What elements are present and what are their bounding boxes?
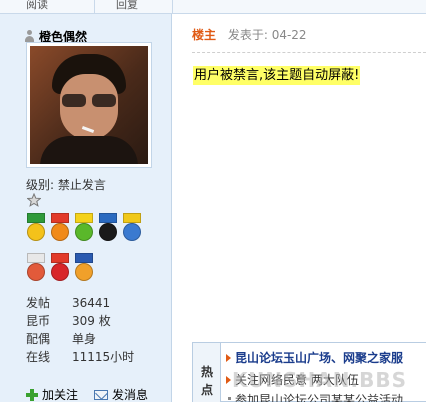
arrow-right-icon (226, 354, 231, 362)
tab-reply[interactable]: 回复 (116, 0, 138, 12)
medal-icon (97, 213, 119, 247)
ban-notice: 用户被禁言,该主题自动屏蔽! (193, 66, 361, 85)
stat-coins: 昆币 309 枚 (26, 312, 166, 330)
medal-icon (25, 253, 47, 287)
author-tag: 楼主 (192, 28, 217, 42)
stat-label: 在线 (26, 350, 51, 364)
user-info-panel: 橙色偶然 级别: 禁止发言 发帖 36441 昆币 309 枚 配偶 单身 在线… (0, 14, 172, 402)
hot-label-char: 点 (201, 383, 214, 397)
send-message-button[interactable]: 发消息 (94, 386, 148, 402)
level-value: 禁止发言 (57, 178, 106, 192)
post-date: 发表于: 04-22 (227, 28, 307, 42)
arrow-right-icon (226, 376, 231, 384)
hot-label: 热 点 (193, 343, 221, 402)
avatar[interactable] (30, 46, 148, 164)
stat-value: 11115小时 (72, 350, 135, 364)
medal-icon (49, 253, 71, 287)
stat-value: 单身 (72, 332, 97, 346)
stat-value: 309 枚 (72, 314, 111, 328)
user-actions: 加关注 发消息 (26, 386, 172, 402)
bullet-icon (228, 397, 231, 400)
level-label: 级别: (26, 178, 55, 192)
rank-star-icon (27, 193, 41, 207)
post-divider (192, 52, 426, 53)
user-level: 级别: 禁止发言 (26, 176, 106, 193)
hot-item-link[interactable]: 昆山论坛玉山广场、网聚之家服 (235, 349, 426, 367)
stat-online: 在线 11115小时 (26, 348, 166, 366)
site-watermark: KUNSHAN.BBS (232, 368, 407, 392)
follow-button[interactable]: 加关注 (26, 386, 78, 402)
medal-icon (73, 253, 95, 287)
stat-label: 昆币 (26, 314, 51, 328)
tab-read[interactable]: 阅读 (26, 0, 48, 12)
user-icon (24, 30, 35, 42)
medal-icon (49, 213, 71, 247)
medal-icon (121, 213, 143, 247)
medal-icon (25, 213, 47, 247)
top-tab-strip: 阅读 回复 (0, 0, 426, 14)
hot-item-link[interactable]: 参加昆山论坛公司某某公益活动 (235, 391, 426, 402)
medal-icon (73, 213, 95, 247)
tab-divider (172, 0, 173, 14)
envelope-icon (94, 390, 108, 400)
plus-icon (26, 389, 38, 401)
stat-label: 发帖 (26, 296, 51, 310)
hot-label-char: 热 (201, 365, 214, 379)
avatar-frame (26, 42, 152, 168)
user-stats: 发帖 36441 昆币 309 枚 配偶 单身 在线 11115小时 (26, 294, 166, 366)
post-header: 楼主 发表于: 04-22 (192, 26, 307, 44)
stat-value: 36441 (72, 296, 111, 310)
stat-posts: 发帖 36441 (26, 294, 166, 312)
stat-label: 配偶 (26, 332, 51, 346)
tab-divider (94, 0, 95, 14)
stat-spouse: 配偶 单身 (26, 330, 166, 348)
